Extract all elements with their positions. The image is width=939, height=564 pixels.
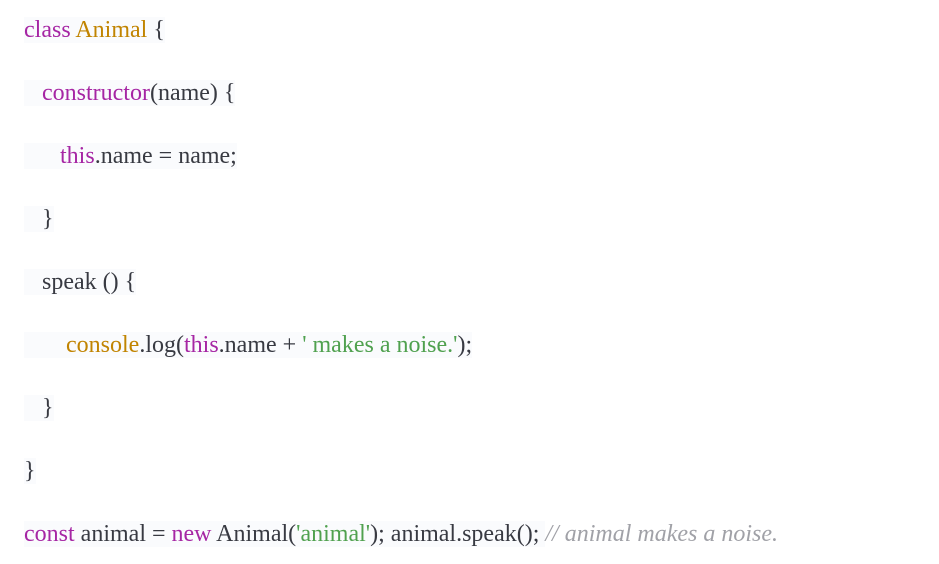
code-token-text: ); (457, 332, 473, 358)
code-token-string: 'animal' (296, 521, 371, 547)
code-line: class Animal { (24, 10, 165, 50)
code-token-string: ' makes a noise.' (302, 332, 458, 358)
code-token-text: } (24, 206, 54, 232)
code-token-text: ); animal.speak(); (370, 521, 546, 547)
code-line: } (24, 199, 54, 239)
code-token-keyword: constructor (42, 80, 150, 106)
code-token-text: .log( (139, 332, 184, 358)
code-token-text: } (24, 458, 36, 484)
code-token-class-name: console (66, 332, 140, 358)
code-line: const animal = new Animal('animal'); ani… (24, 514, 778, 554)
code-token-class-name: Animal (75, 17, 148, 43)
code-token-text: speak () { (24, 269, 137, 295)
code-line: } (24, 451, 36, 491)
code-token-keyword: const (24, 521, 75, 547)
code-token-text: .name = name; (94, 143, 237, 169)
code-token-text: .name + (218, 332, 303, 358)
code-token-keyword: class (24, 17, 71, 43)
code-token-keyword: new (171, 521, 212, 547)
code-token-comment: // animal makes a noise. (545, 521, 779, 547)
code-token-keyword: this (60, 143, 95, 169)
code-token-text (24, 143, 60, 169)
code-token-text (24, 332, 66, 358)
code-token-text: animal = (74, 521, 172, 547)
code-line: console.log(this.name + ' makes a noise.… (24, 325, 473, 365)
code-token-text: } (24, 395, 54, 421)
code-token-keyword: this (183, 332, 219, 358)
code-token-text (24, 80, 42, 106)
code-line: this.name = name; (24, 136, 237, 176)
code-token-text: (name) { (149, 80, 236, 106)
code-token-text: { (147, 17, 165, 43)
code-line: } (24, 388, 54, 428)
code-line: constructor(name) { (24, 73, 236, 113)
code-line: speak () { (24, 262, 137, 302)
code-token-text: Animal( (211, 521, 297, 547)
